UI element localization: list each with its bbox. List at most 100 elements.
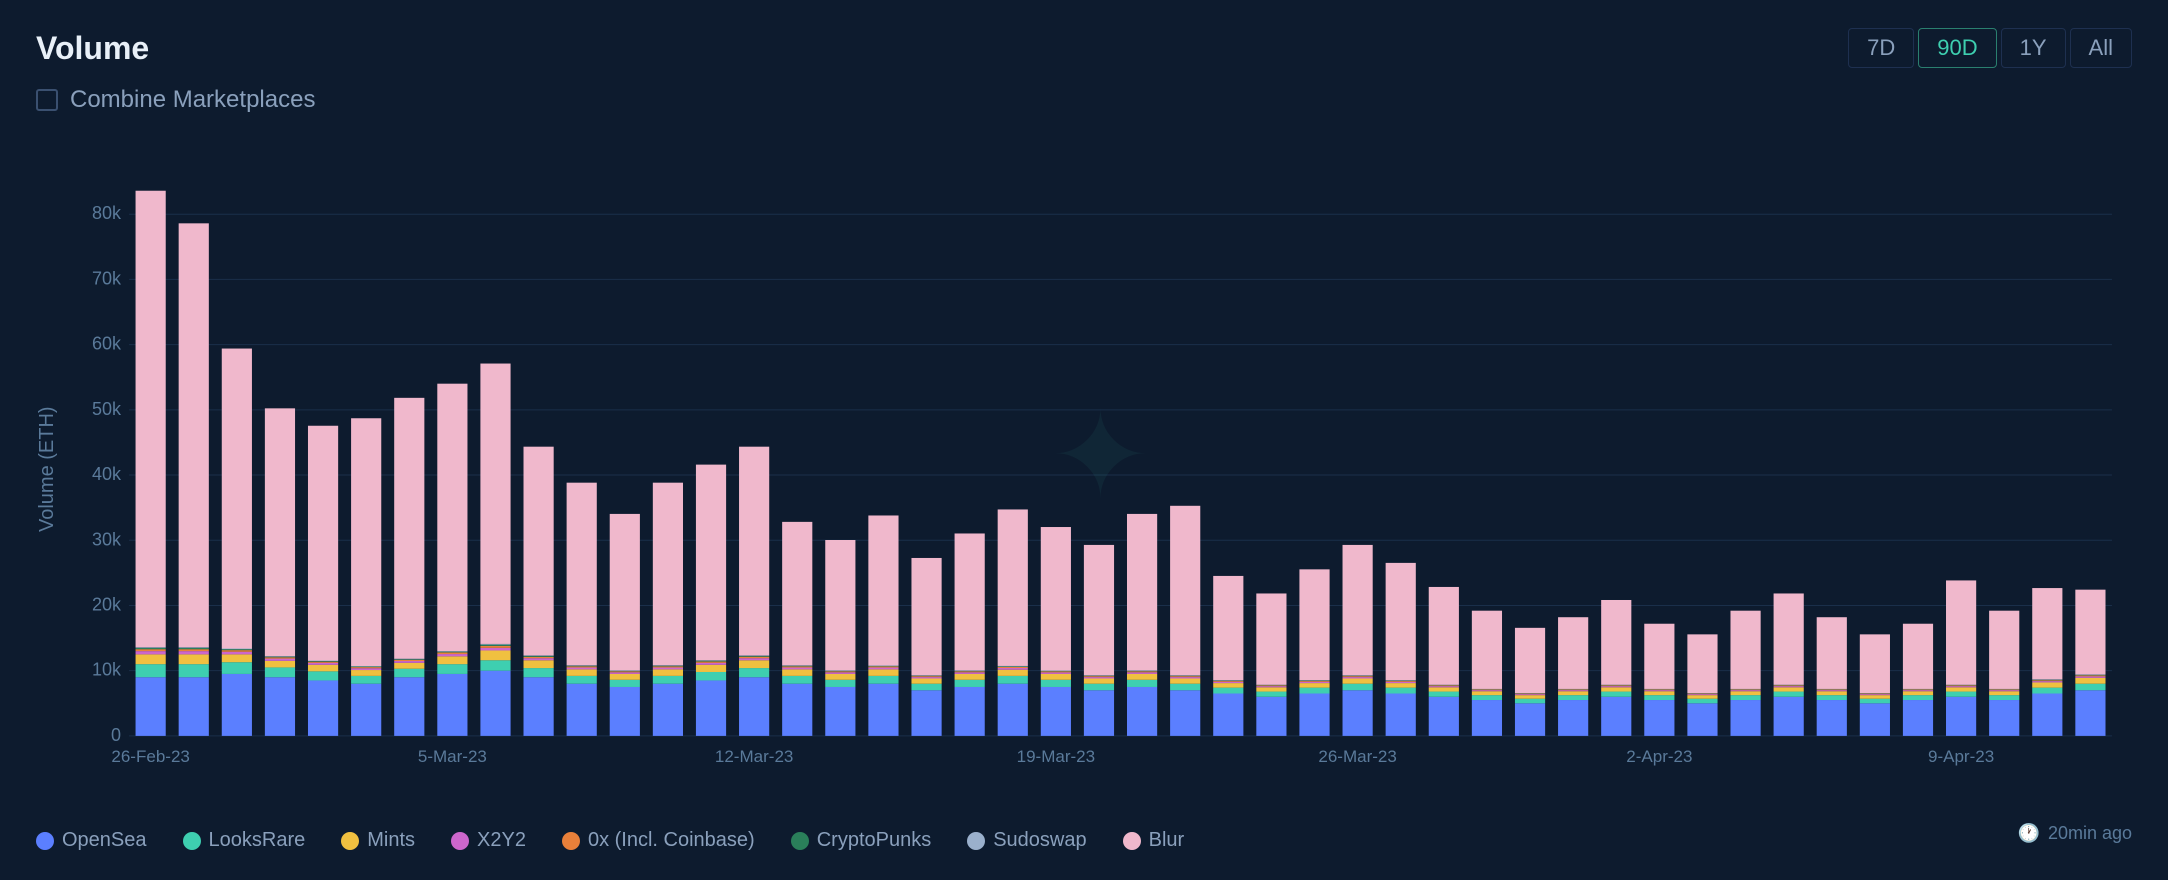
bar-segment-zerox[interactable] — [1774, 685, 1804, 686]
bar-segment-zerox[interactable] — [1644, 690, 1674, 691]
bar-segment-cryptopunks[interactable] — [480, 645, 510, 646]
bar-segment-zerox[interactable] — [696, 662, 726, 663]
bar-segment-x2y2[interactable] — [1213, 682, 1243, 683]
bar-segment-cryptopunks[interactable] — [351, 667, 381, 668]
bar-segment-zerox[interactable] — [308, 662, 338, 663]
bar-segment-mints[interactable] — [1860, 695, 1890, 699]
bar-segment-mints[interactable] — [2075, 678, 2105, 684]
bar-segment-mints[interactable] — [1429, 687, 1459, 691]
bar-segment-looksrare[interactable] — [610, 680, 640, 687]
bar-segment-zerox[interactable] — [1170, 676, 1200, 677]
bar-segment-blur[interactable] — [1041, 527, 1071, 670]
bar-segment-x2y2[interactable] — [739, 658, 769, 660]
bar-segment-zerox[interactable] — [1299, 681, 1329, 682]
bar-segment-zerox[interactable] — [1860, 694, 1890, 695]
bar-segment-x2y2[interactable] — [1817, 690, 1847, 691]
bar-segment-blur[interactable] — [1084, 545, 1114, 675]
bar-segment-x2y2[interactable] — [351, 668, 381, 670]
bar-segment-mints[interactable] — [351, 670, 381, 676]
bar-segment-opensea[interactable] — [222, 674, 252, 736]
bar-segment-zerox[interactable] — [1515, 694, 1545, 695]
bar-segment-x2y2[interactable] — [437, 654, 467, 656]
bar-segment-opensea[interactable] — [1946, 697, 1976, 736]
bar-segment-blur[interactable] — [1256, 593, 1286, 684]
bar-segment-x2y2[interactable] — [1601, 686, 1631, 687]
bar-segment-opensea[interactable] — [1601, 697, 1631, 736]
bar-segment-opensea[interactable] — [480, 671, 510, 736]
bar-segment-cryptopunks[interactable] — [222, 649, 252, 650]
bar-segment-mints[interactable] — [1817, 691, 1847, 695]
combine-checkbox[interactable] — [36, 89, 58, 111]
bar-segment-cryptopunks[interactable] — [782, 666, 812, 667]
bar-segment-zerox[interactable] — [1256, 685, 1286, 686]
bar-segment-looksrare[interactable] — [1213, 688, 1243, 694]
bar-segment-x2y2[interactable] — [653, 668, 683, 670]
bar-segment-cryptopunks[interactable] — [739, 656, 769, 657]
bar-segment-mints[interactable] — [782, 669, 812, 676]
bar-segment-looksrare[interactable] — [1687, 699, 1717, 704]
bar-segment-blur[interactable] — [1429, 587, 1459, 685]
bar-segment-opensea[interactable] — [1687, 703, 1717, 736]
bar-segment-blur[interactable] — [610, 514, 640, 671]
bar-segment-x2y2[interactable] — [1472, 690, 1502, 691]
bar-segment-looksrare[interactable] — [1558, 695, 1588, 700]
bar-segment-zerox[interactable] — [911, 676, 941, 677]
bar-segment-x2y2[interactable] — [998, 668, 1028, 670]
bar-segment-cryptopunks[interactable] — [955, 671, 985, 672]
bar-segment-zerox[interactable] — [1213, 681, 1243, 682]
bar-segment-zerox[interactable] — [1730, 690, 1760, 691]
bar-segment-mints[interactable] — [1903, 691, 1933, 695]
bar-segment-opensea[interactable] — [1903, 700, 1933, 736]
bar-segment-opensea[interactable] — [1860, 703, 1890, 736]
bar-segment-x2y2[interactable] — [524, 658, 554, 660]
bar-segment-blur[interactable] — [567, 483, 597, 666]
bar-segment-blur[interactable] — [1989, 611, 2019, 689]
bar-segment-opensea[interactable] — [1515, 703, 1545, 736]
bar-segment-opensea[interactable] — [136, 677, 166, 736]
bar-segment-blur[interactable] — [524, 447, 554, 656]
bar-segment-mints[interactable] — [437, 656, 467, 664]
bar-segment-blur[interactable] — [1213, 576, 1243, 680]
bar-segment-mints[interactable] — [1989, 691, 2019, 695]
bar-segment-looksrare[interactable] — [653, 676, 683, 684]
bar-segment-zerox[interactable] — [394, 660, 424, 661]
bar-segment-mints[interactable] — [825, 674, 855, 680]
bar-segment-cryptopunks[interactable] — [868, 666, 898, 667]
bar-segment-x2y2[interactable] — [1515, 694, 1545, 695]
bar-segment-sudoswap[interactable] — [222, 649, 252, 650]
btn-1y[interactable]: 1Y — [2001, 28, 2066, 68]
bar-segment-mints[interactable] — [739, 660, 769, 668]
bar-segment-opensea[interactable] — [2075, 690, 2105, 736]
bar-segment-looksrare[interactable] — [782, 676, 812, 684]
bar-segment-mints[interactable] — [265, 661, 295, 668]
bar-segment-looksrare[interactable] — [308, 671, 338, 680]
bar-segment-cryptopunks[interactable] — [524, 656, 554, 657]
bar-segment-zerox[interactable] — [179, 649, 209, 651]
bar-segment-looksrare[interactable] — [1730, 695, 1760, 700]
bar-segment-x2y2[interactable] — [868, 668, 898, 670]
bar-segment-cryptopunks[interactable] — [1041, 671, 1071, 672]
bar-segment-sudoswap[interactable] — [136, 647, 166, 648]
bar-segment-mints[interactable] — [1687, 695, 1717, 699]
bar-segment-blur[interactable] — [2075, 590, 2105, 675]
bar-segment-mints[interactable] — [653, 669, 683, 676]
bar-segment-x2y2[interactable] — [696, 663, 726, 665]
bar-segment-zerox[interactable] — [480, 646, 510, 648]
bar-segment-mints[interactable] — [1256, 687, 1286, 691]
bar-segment-opensea[interactable] — [351, 684, 381, 736]
bar-segment-cryptopunks[interactable] — [2075, 675, 2105, 676]
bar-segment-mints[interactable] — [524, 660, 554, 668]
bar-segment-opensea[interactable] — [2032, 694, 2062, 736]
bar-segment-looksrare[interactable] — [1343, 684, 1373, 691]
bar-segment-blur[interactable] — [394, 398, 424, 659]
bar-segment-zerox[interactable] — [1084, 676, 1114, 677]
bar-segment-mints[interactable] — [567, 669, 597, 676]
bar-segment-opensea[interactable] — [653, 684, 683, 736]
bar-segment-mints[interactable] — [1127, 674, 1157, 680]
bar-segment-opensea[interactable] — [1730, 700, 1760, 736]
bar-segment-blur[interactable] — [2032, 588, 2062, 679]
bar-segment-opensea[interactable] — [696, 680, 726, 735]
bar-segment-looksrare[interactable] — [1601, 692, 1631, 697]
bar-segment-mints[interactable] — [1299, 683, 1329, 688]
bar-segment-zerox[interactable] — [1429, 685, 1459, 686]
